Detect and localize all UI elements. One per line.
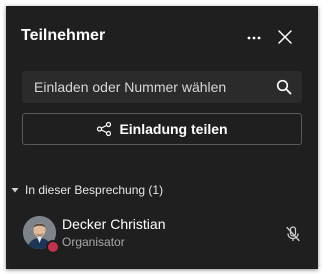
participant-role: Organisator: [62, 235, 125, 249]
search-input[interactable]: Einladen oder Nummer wählen: [22, 71, 302, 103]
share-invite-label: Einladung teilen: [119, 121, 228, 137]
close-icon: [278, 30, 292, 44]
in-meeting-section-header[interactable]: In dieser Besprechung (1): [10, 183, 163, 197]
panel-title: Teilnehmer: [21, 27, 106, 44]
more-horizontal-icon: [247, 36, 261, 40]
presence-status-dot: [46, 240, 60, 254]
search-icon[interactable]: [276, 79, 292, 95]
participant-name: Decker Christian: [62, 216, 166, 232]
share-icon: [97, 121, 112, 137]
share-invite-button[interactable]: Einladung teilen: [22, 113, 302, 145]
chevron-down-icon: [11, 188, 19, 193]
more-options-button[interactable]: [246, 30, 262, 46]
participants-panel: Teilnehmer Einladen oder Nummer wählen E…: [6, 6, 318, 269]
section-label: In dieser Besprechung (1): [25, 183, 164, 197]
search-placeholder: Einladen oder Nummer wählen: [34, 79, 227, 95]
participant-row[interactable]: Decker Christian Organisator: [20, 213, 310, 255]
mic-muted-icon[interactable]: [284, 225, 302, 243]
close-button[interactable]: [276, 28, 294, 46]
